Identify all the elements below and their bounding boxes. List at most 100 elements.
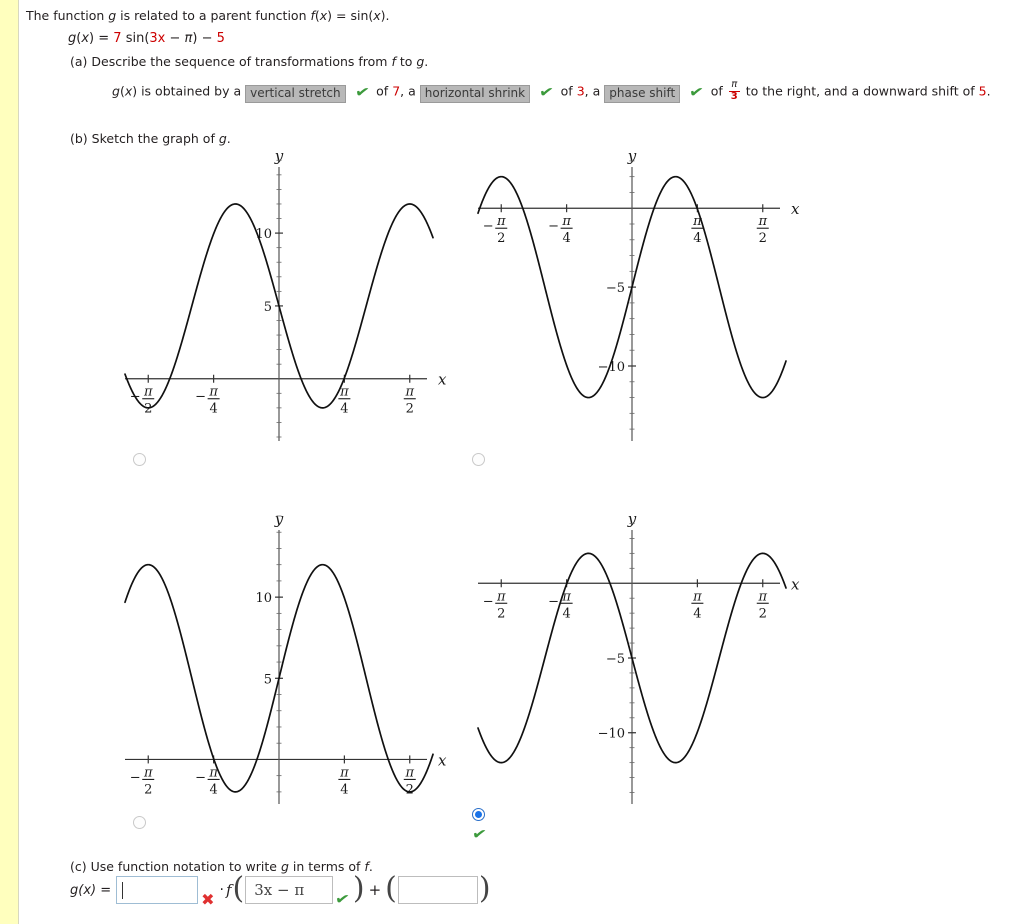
of-label-2: of: [560, 83, 573, 99]
frequency-value: 3x: [149, 31, 166, 46]
svg-text:x: x: [791, 575, 800, 593]
graph-svg-b: xy−5−10− π2− π4π4π2: [477, 147, 800, 441]
svg-text:2: 2: [497, 606, 505, 621]
dropdown-vertical-stretch[interactable]: vertical stretch: [245, 84, 346, 103]
answer-row: g(x) = ✖ · f ( 3x − π ✔ ) + ( ): [70, 871, 492, 909]
check-icon-selected-graph: ✔: [470, 824, 488, 844]
svg-text:−: −: [195, 390, 206, 405]
svg-text:π: π: [757, 589, 767, 604]
svg-text:y: y: [627, 147, 637, 165]
graph-option-c[interactable]: x y 5 10− π 2− π 4 π 4 π 2: [115, 508, 455, 811]
graph-svg-d: xy−5−10− π2− π4π4π2: [477, 510, 800, 804]
answer-field-inner-value: 3x − π: [254, 881, 305, 899]
close-paren-icon-2: ): [478, 871, 491, 906]
graph-svg-c: xy510− π2− π4π4π2: [124, 510, 447, 804]
graph-option-b[interactable]: x y −5 −10− π 2− π 4 π 4 π 2: [468, 145, 808, 448]
check-icon-inner: ✔: [333, 889, 352, 909]
graph-option-a[interactable]: x y 5 10− π 2− π 4 π 4 π 2: [115, 145, 455, 448]
of-label-1: of: [376, 83, 389, 99]
svg-text:x: x: [791, 200, 800, 218]
svg-text:2: 2: [144, 402, 152, 417]
radio-option-d[interactable]: [472, 808, 485, 821]
svg-text:π: π: [496, 214, 506, 229]
dropdown-phase-shift[interactable]: phase shift: [604, 84, 681, 103]
svg-text:5: 5: [264, 300, 272, 315]
phase-shift-numerator: π: [731, 79, 738, 90]
radio-row-b: [472, 451, 485, 466]
radio-option-a[interactable]: [133, 453, 146, 466]
transformation-tail: to the right, and a downward shift of: [745, 83, 975, 99]
svg-text:y: y: [627, 510, 637, 528]
svg-text:y: y: [274, 147, 284, 165]
problem-statement: The function g is related to a parent fu…: [26, 8, 390, 23]
svg-text:π: π: [404, 385, 414, 400]
left-page-gutter: [0, 0, 19, 924]
phase-shift-fraction: π 3: [728, 79, 740, 102]
radio-row-d: ✔: [470, 806, 488, 844]
svg-text:4: 4: [562, 606, 570, 621]
shrink-factor: 3: [576, 83, 585, 99]
cross-icon-coefficient: ✖: [201, 889, 215, 909]
svg-text:−: −: [548, 219, 559, 234]
radio-option-b[interactable]: [472, 453, 485, 466]
svg-text:−5: −5: [606, 652, 625, 667]
vertical-shift-value: 5: [216, 31, 225, 46]
radio-option-c[interactable]: [133, 816, 146, 829]
svg-text:4: 4: [562, 231, 570, 246]
svg-text:x: x: [438, 371, 447, 389]
svg-text:−: −: [195, 770, 206, 785]
part-b-label: (b) Sketch the graph of g.: [70, 131, 231, 146]
svg-text:−: −: [483, 219, 494, 234]
transformation-sentence: g(x) is obtained by a vertical stretch ✔…: [112, 79, 991, 103]
svg-text:π: π: [208, 385, 218, 400]
svg-text:4: 4: [209, 782, 217, 797]
svg-text:2: 2: [759, 231, 767, 246]
open-paren-icon-2: (: [385, 871, 397, 906]
graph-option-d[interactable]: x y −5 −10− π 2− π 4 π 4 π 2: [468, 508, 808, 811]
close-paren-icon: ): [352, 871, 365, 906]
svg-text:4: 4: [209, 402, 217, 417]
part-c-label: (c) Use function notation to write g in …: [70, 859, 373, 874]
phase-shift-denominator: 3: [728, 90, 740, 102]
answer-field-coefficient[interactable]: [116, 876, 199, 904]
check-icon-2: ✔: [537, 81, 555, 102]
svg-text:10: 10: [255, 591, 272, 606]
svg-text:−5: −5: [606, 281, 625, 296]
svg-text:π: π: [339, 765, 349, 780]
svg-text:2: 2: [497, 231, 505, 246]
plus-sign: +: [368, 881, 382, 899]
dropdown-horizontal-shrink[interactable]: horizontal shrink: [419, 84, 531, 103]
svg-text:π: π: [404, 765, 414, 780]
of-label-3: of: [710, 83, 723, 99]
svg-text:−10: −10: [598, 727, 625, 742]
svg-text:2: 2: [406, 402, 414, 417]
svg-text:x: x: [438, 751, 447, 769]
answer-field-shift[interactable]: [397, 876, 478, 904]
stretch-factor: 7: [392, 83, 401, 99]
svg-text:π: π: [143, 385, 153, 400]
downward-shift-value: 5: [978, 83, 987, 99]
answer-field-inner[interactable]: 3x − π: [245, 876, 334, 904]
svg-text:2: 2: [759, 606, 767, 621]
svg-text:−: −: [483, 594, 494, 609]
svg-text:π: π: [561, 214, 571, 229]
svg-text:5: 5: [264, 672, 272, 687]
check-icon-1: ✔: [353, 81, 371, 102]
svg-text:−: −: [548, 594, 559, 609]
answer-label: g(x) =: [70, 882, 112, 898]
radio-row-a: [133, 451, 146, 466]
svg-text:π: π: [692, 589, 702, 604]
svg-text:y: y: [274, 510, 284, 528]
svg-text:2: 2: [144, 782, 152, 797]
sentence-period: .: [986, 83, 991, 99]
part-a-label: (a) Describe the sequence of transformat…: [70, 54, 429, 69]
svg-text:π: π: [143, 765, 153, 780]
svg-text:4: 4: [340, 782, 348, 797]
amplitude-value: 7: [113, 31, 122, 46]
question-page: The function g is related to a parent fu…: [20, 0, 1024, 924]
svg-text:4: 4: [340, 402, 348, 417]
svg-text:−: −: [130, 770, 141, 785]
multiplication-dot: ·: [219, 882, 224, 898]
svg-text:2: 2: [406, 782, 414, 797]
open-paren-icon: (: [232, 871, 245, 906]
